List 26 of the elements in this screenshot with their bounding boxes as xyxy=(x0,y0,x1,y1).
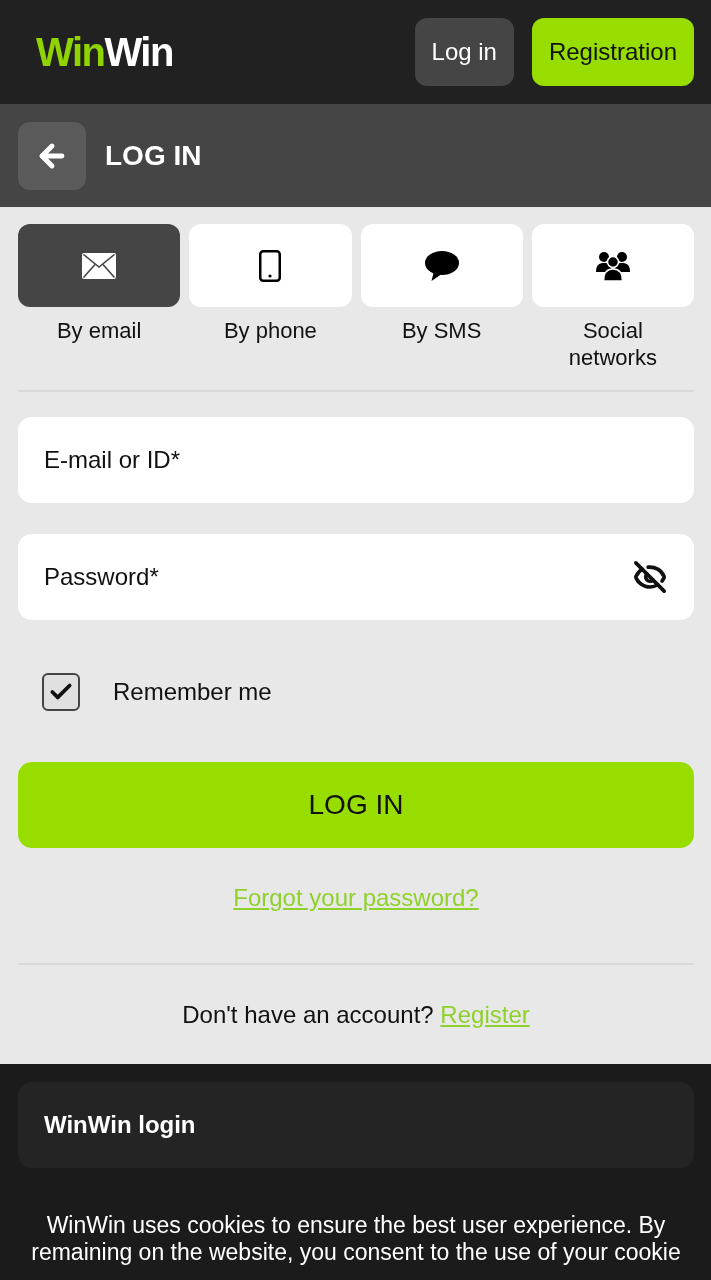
tab-label[interactable]: By email xyxy=(56,317,142,344)
login-method-tab[interactable] xyxy=(531,224,694,307)
phone-icon xyxy=(259,249,282,282)
back-button[interactable] xyxy=(18,121,86,190)
tab-label[interactable]: By SMS xyxy=(401,317,482,344)
logo[interactable]: WinWin xyxy=(36,32,173,72)
login-button[interactable]: Log in xyxy=(414,18,514,86)
tab-label[interactable]: Social networks xyxy=(542,317,683,371)
envelope-icon xyxy=(82,252,117,279)
checkbox-label[interactable]: Remember me xyxy=(113,678,272,706)
page-title: LOG IN xyxy=(105,139,202,172)
login-submit-button[interactable]: LOG IN xyxy=(18,762,694,848)
registration-button[interactable]: Registration xyxy=(531,18,694,86)
remember-checkbox[interactable] xyxy=(42,673,80,711)
footer-card[interactable]: WinWin login xyxy=(18,1082,694,1168)
password-field[interactable]: Password* xyxy=(18,534,694,620)
speech-bubble-icon xyxy=(424,250,459,281)
eye-slash-icon[interactable] xyxy=(633,560,667,594)
login-method-tab[interactable] xyxy=(360,224,523,307)
tab-label[interactable]: By phone xyxy=(223,317,317,344)
users-icon xyxy=(595,250,630,281)
cookie-notice: WinWin uses cookies to ensure the best user experience. By remaining on the website, you consent to the use of your cookie xyxy=(30,1212,682,1266)
login-method-tab[interactable] xyxy=(18,224,181,307)
email-field[interactable]: E-mail or ID* xyxy=(18,417,694,503)
signup-prompt: Don't have an account? Register xyxy=(181,1001,531,1029)
footer-card-title: WinWin login xyxy=(44,1111,196,1139)
